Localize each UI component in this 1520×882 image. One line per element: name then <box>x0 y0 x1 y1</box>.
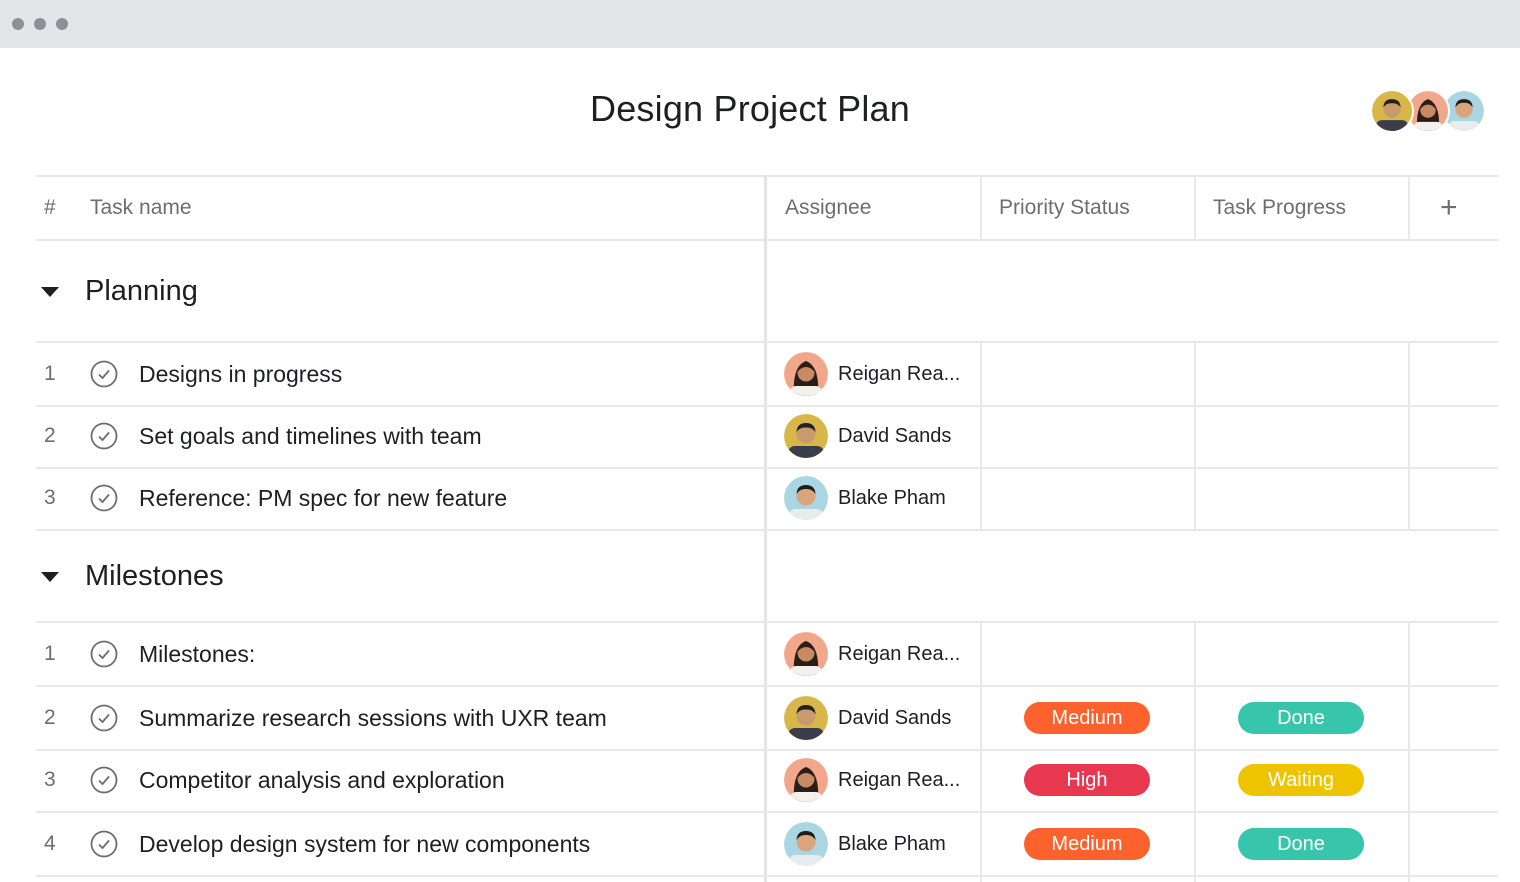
row-number: 2 <box>44 424 56 447</box>
row-number: 4 <box>44 832 56 855</box>
assignee-cell[interactable]: Reigan Rea... <box>784 632 960 676</box>
task-name[interactable]: Milestones: <box>139 623 255 685</box>
table-row[interactable]: 3 Reference: PM spec for new feature Bla… <box>36 467 1498 531</box>
table-header: # Task name Assignee Priority Status Tas… <box>36 175 1498 241</box>
checkmark-circle-icon[interactable] <box>90 766 118 794</box>
checkmark-circle-icon[interactable] <box>90 640 118 668</box>
assignee-name: Reigan Rea... <box>838 768 961 791</box>
row-number: 3 <box>44 486 56 509</box>
column-header-assignee[interactable]: Assignee <box>785 177 871 239</box>
avatar <box>784 352 828 396</box>
table-row[interactable]: 2 Summarize research sessions with UXR t… <box>36 687 1498 751</box>
avatar <box>784 476 828 520</box>
task-name[interactable]: Set goals and timelines with team <box>139 405 482 467</box>
avatar <box>784 696 828 740</box>
avatar <box>784 758 828 802</box>
assignee-name: Reigan Rea... <box>838 362 961 385</box>
task-progress-badge[interactable]: Waiting <box>1238 764 1364 796</box>
checkmark-circle-icon[interactable] <box>90 360 118 388</box>
avatar <box>784 632 828 676</box>
assignee-name: Blake Pham <box>838 486 946 509</box>
assignee-cell[interactable]: Reigan Rea... <box>784 758 960 802</box>
column-header-task-name[interactable]: Task name <box>90 177 192 239</box>
priority-status-badge[interactable]: High <box>1024 764 1150 796</box>
checkmark-circle-icon[interactable] <box>90 704 118 732</box>
checkmark-circle-icon[interactable] <box>90 422 118 450</box>
column-divider <box>980 175 982 241</box>
column-divider <box>1194 175 1196 241</box>
section-title[interactable]: Planning <box>85 241 198 341</box>
caret-down-icon[interactable] <box>41 572 59 582</box>
member-avatar-david[interactable] <box>1370 89 1414 133</box>
column-header-number: # <box>44 196 56 219</box>
priority-status-badge[interactable]: Medium <box>1024 828 1150 860</box>
window-titlebar <box>0 0 1520 48</box>
checkmark-circle-icon[interactable] <box>90 830 118 858</box>
assignee-name: Blake Pham <box>838 832 946 855</box>
assignee-cell[interactable]: Blake Pham <box>784 476 946 520</box>
task-name[interactable]: Summarize research sessions with UXR tea… <box>139 687 607 749</box>
avatar <box>784 822 828 866</box>
assignee-name: Reigan Rea... <box>838 642 961 665</box>
window-zoom-button[interactable] <box>56 18 68 30</box>
assignee-name: David Sands <box>838 706 952 729</box>
row-number: 1 <box>44 362 56 385</box>
caret-down-icon[interactable] <box>41 287 59 297</box>
column-header-priority-status[interactable]: Priority Status <box>999 177 1130 239</box>
column-divider <box>1408 175 1410 241</box>
window-minimize-button[interactable] <box>34 18 46 30</box>
table-row[interactable]: 1 Designs in progress Reigan Rea... <box>36 343 1498 407</box>
assignee-cell[interactable]: Reigan Rea... <box>784 352 960 396</box>
table-row[interactable]: 2 Set goals and timelines with team Davi… <box>36 405 1498 469</box>
project-members[interactable] <box>1370 89 1490 135</box>
assignee-cell[interactable]: Blake Pham <box>784 822 946 866</box>
task-name[interactable]: Develop design system for new components <box>139 813 590 875</box>
column-header-task-progress[interactable]: Task Progress <box>1213 177 1346 239</box>
plus-icon: + <box>1440 191 1458 224</box>
table-row[interactable]: 1 Milestones: Reigan Rea... <box>36 623 1498 687</box>
section-milestones: Milestones <box>36 531 1498 623</box>
row-number: 3 <box>44 768 56 791</box>
checkmark-circle-icon[interactable] <box>90 484 118 512</box>
priority-status-badge[interactable]: Medium <box>1024 702 1150 734</box>
row-number: 1 <box>44 642 56 665</box>
window-close-button[interactable] <box>12 18 24 30</box>
task-name[interactable]: Reference: PM spec for new feature <box>139 467 507 529</box>
table-row[interactable]: 3 Competitor analysis and exploration Re… <box>36 749 1498 813</box>
assignee-cell[interactable]: David Sands <box>784 696 951 740</box>
table-row[interactable]: 4 Develop design system for new componen… <box>36 813 1498 877</box>
task-progress-badge[interactable]: Done <box>1238 702 1364 734</box>
assignee-cell[interactable]: David Sands <box>784 414 951 458</box>
avatar <box>784 414 828 458</box>
page-title: Design Project Plan <box>590 88 910 129</box>
section-planning: Planning <box>36 241 1498 343</box>
assignee-name: David Sands <box>838 424 952 447</box>
row-number: 2 <box>44 706 56 729</box>
task-progress-badge[interactable]: Done <box>1238 828 1364 860</box>
add-column-button[interactable]: + <box>1440 177 1458 239</box>
task-name[interactable]: Designs in progress <box>139 343 342 405</box>
section-title[interactable]: Milestones <box>85 531 224 621</box>
task-name[interactable]: Competitor analysis and exploration <box>139 749 505 811</box>
